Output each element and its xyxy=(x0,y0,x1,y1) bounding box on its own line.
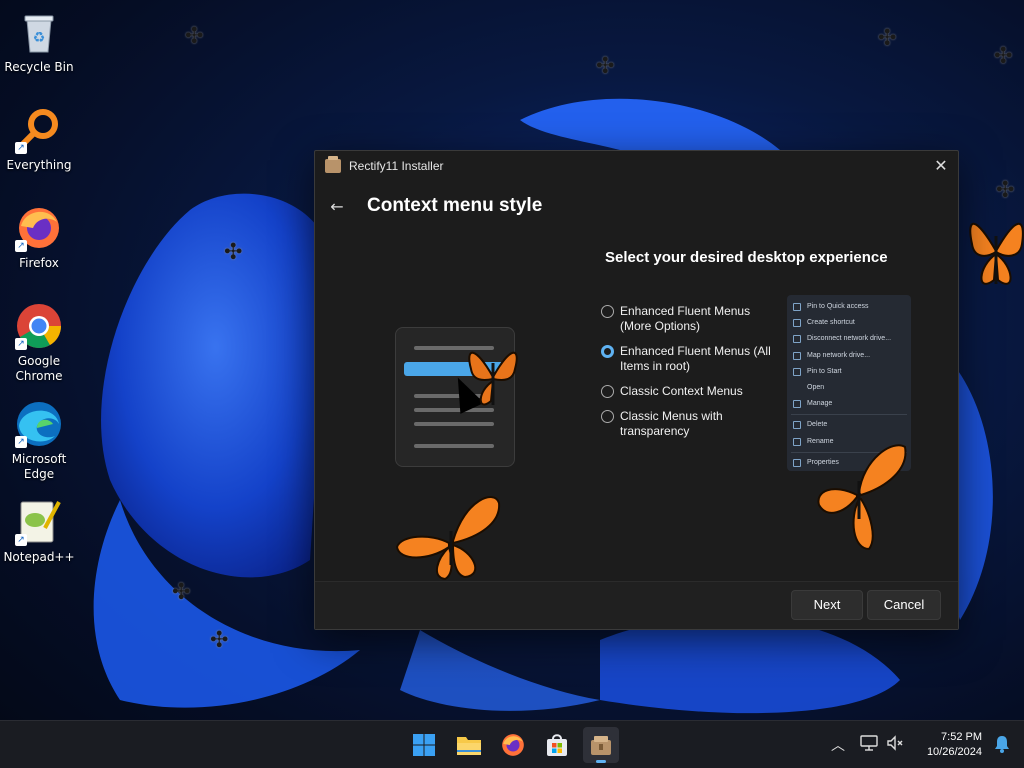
radio-button[interactable] xyxy=(601,305,614,318)
desktop-icon-label: Google Chrome xyxy=(15,354,63,383)
system-tray: ︿ xyxy=(828,721,904,768)
option-classic-context-menus[interactable]: Classic Context Menus xyxy=(601,384,771,399)
radio-button-selected[interactable] xyxy=(601,345,614,358)
disconnect-drive-icon xyxy=(793,335,801,344)
taskbar-clock[interactable]: 7:52 PM 10/26/2024 xyxy=(927,730,982,760)
preview-menu-item: Delete xyxy=(787,417,911,433)
menu-style-options: Enhanced Fluent Menus (More Options) Enh… xyxy=(601,304,771,449)
manage-icon xyxy=(793,400,801,409)
option-enhanced-all-items[interactable]: Enhanced Fluent Menus (All Items in root… xyxy=(601,344,771,374)
preview-separator xyxy=(791,414,907,416)
radio-button[interactable] xyxy=(601,385,614,398)
desktop-icon-label: Everything xyxy=(6,158,72,172)
page-title: Context menu style xyxy=(367,195,543,216)
preview-menu-item: Map network drive... xyxy=(787,348,911,364)
desktop-icon-recycle-bin[interactable]: ♻ Recycle Bin xyxy=(2,8,76,75)
volume-muted-icon[interactable] xyxy=(886,735,904,755)
option-label: Enhanced Fluent Menus (All Items in root… xyxy=(620,344,771,373)
rectify11-installer-icon xyxy=(591,736,611,755)
option-label: Classic Menus with transparency xyxy=(620,409,723,438)
fly-sprite: ✣ xyxy=(185,24,204,49)
shortcut-arrow-icon: ↗ xyxy=(15,142,27,154)
pin-icon xyxy=(793,303,801,312)
recycle-bin-icon: ♻ xyxy=(15,8,63,56)
clock-date: 10/26/2024 xyxy=(926,746,982,758)
cancel-button[interactable]: Cancel xyxy=(867,590,941,620)
fly-sprite: ✣ xyxy=(210,628,229,653)
desktop-icon-chrome[interactable]: ↗ Google Chrome xyxy=(2,302,76,384)
butterfly-sprite xyxy=(468,351,518,406)
notification-bell-icon[interactable] xyxy=(994,735,1010,757)
option-label: Classic Context Menus xyxy=(620,384,743,398)
desktop-icon-label: Firefox xyxy=(19,256,59,270)
taskbar-rectify11-installer[interactable] xyxy=(583,727,619,763)
radio-button[interactable] xyxy=(601,410,614,423)
window-titlebar[interactable]: Rectify11 Installer ✕ xyxy=(315,151,958,181)
microsoft-store-icon xyxy=(547,734,567,756)
rectify11-app-icon xyxy=(325,156,341,173)
firefox-icon xyxy=(502,734,524,756)
chevron-up-icon[interactable]: ︿ xyxy=(828,735,848,755)
chrome-icon: ↗ xyxy=(15,302,63,350)
option-enhanced-more-options[interactable]: Enhanced Fluent Menus (More Options) xyxy=(601,304,771,334)
pin-start-icon xyxy=(793,367,801,376)
notepadpp-icon: ↗ xyxy=(15,498,63,546)
shortcut-icon xyxy=(793,319,801,328)
taskbar: ︿ 7:52 PM 10/26/2024 xyxy=(0,720,1024,768)
taskbar-file-explorer[interactable] xyxy=(451,727,487,763)
taskbar-firefox[interactable] xyxy=(495,727,531,763)
taskbar-microsoft-store[interactable] xyxy=(539,727,575,763)
desktop-icon-firefox[interactable]: ↗ Firefox xyxy=(2,204,76,271)
desktop-icon-everything[interactable]: ↗ Everything xyxy=(2,106,76,173)
start-icon xyxy=(413,734,435,756)
window-footer: Next Cancel xyxy=(315,581,958,629)
fly-sprite: ✣ xyxy=(596,54,615,79)
shortcut-arrow-icon: ↗ xyxy=(15,338,27,350)
preview-menu-item: Pin to Quick access xyxy=(787,299,911,315)
fly-sprite: ✣ xyxy=(994,44,1013,69)
delete-icon xyxy=(793,421,801,430)
shortcut-arrow-icon: ↗ xyxy=(15,534,27,546)
preview-menu-item: Manage xyxy=(787,396,911,412)
desktop-icon-edge[interactable]: ↗ Microsoft Edge xyxy=(2,400,76,482)
installer-window: Rectify11 Installer ✕ ← Context menu sty… xyxy=(314,150,959,630)
butterfly-sprite xyxy=(395,496,501,581)
file-explorer-icon xyxy=(457,737,481,755)
fly-sprite: ✣ xyxy=(878,26,897,51)
butterfly-sprite xyxy=(817,444,907,551)
preview-menu-item: Create shortcut xyxy=(787,315,911,331)
shortcut-arrow-icon: ↗ xyxy=(15,240,27,252)
butterfly-sprite xyxy=(969,222,1024,285)
page-subtitle: Select your desired desktop experience xyxy=(605,249,888,266)
window-title: Rectify11 Installer xyxy=(349,159,444,173)
everything-search-icon: ↗ xyxy=(15,106,63,154)
firefox-icon: ↗ xyxy=(15,204,63,252)
desktop-icon-notepadpp[interactable]: ↗ Notepad++ xyxy=(2,498,76,565)
fly-sprite: ✣ xyxy=(172,580,191,605)
close-icon[interactable]: ✕ xyxy=(924,151,958,181)
desktop-icon-label: Recycle Bin xyxy=(4,60,74,74)
option-classic-transparency[interactable]: Classic Menus with transparency xyxy=(601,409,771,439)
page-header: ← Context menu style xyxy=(315,189,542,223)
network-icon[interactable] xyxy=(860,735,878,755)
desktop-icon-label: Microsoft Edge xyxy=(11,452,67,481)
preview-menu-item: Open xyxy=(807,383,825,391)
clock-time: 7:52 PM xyxy=(941,731,982,743)
rename-icon xyxy=(793,437,801,446)
back-arrow-icon[interactable]: ← xyxy=(317,197,357,216)
desktop-icon-label: Notepad++ xyxy=(3,550,75,564)
edge-icon: ↗ xyxy=(15,400,63,448)
fly-sprite: ✣ xyxy=(224,240,243,265)
map-drive-icon xyxy=(793,351,801,360)
svg-text:♻: ♻ xyxy=(33,30,46,46)
option-label: Enhanced Fluent Menus (More Options) xyxy=(620,304,751,333)
properties-icon xyxy=(793,458,801,467)
next-button[interactable]: Next xyxy=(791,590,863,620)
preview-menu-item: Disconnect network drive... xyxy=(787,331,911,347)
shortcut-arrow-icon: ↗ xyxy=(15,436,27,448)
preview-menu-item: Pin to Start xyxy=(787,364,911,380)
start-button[interactable] xyxy=(406,727,442,763)
